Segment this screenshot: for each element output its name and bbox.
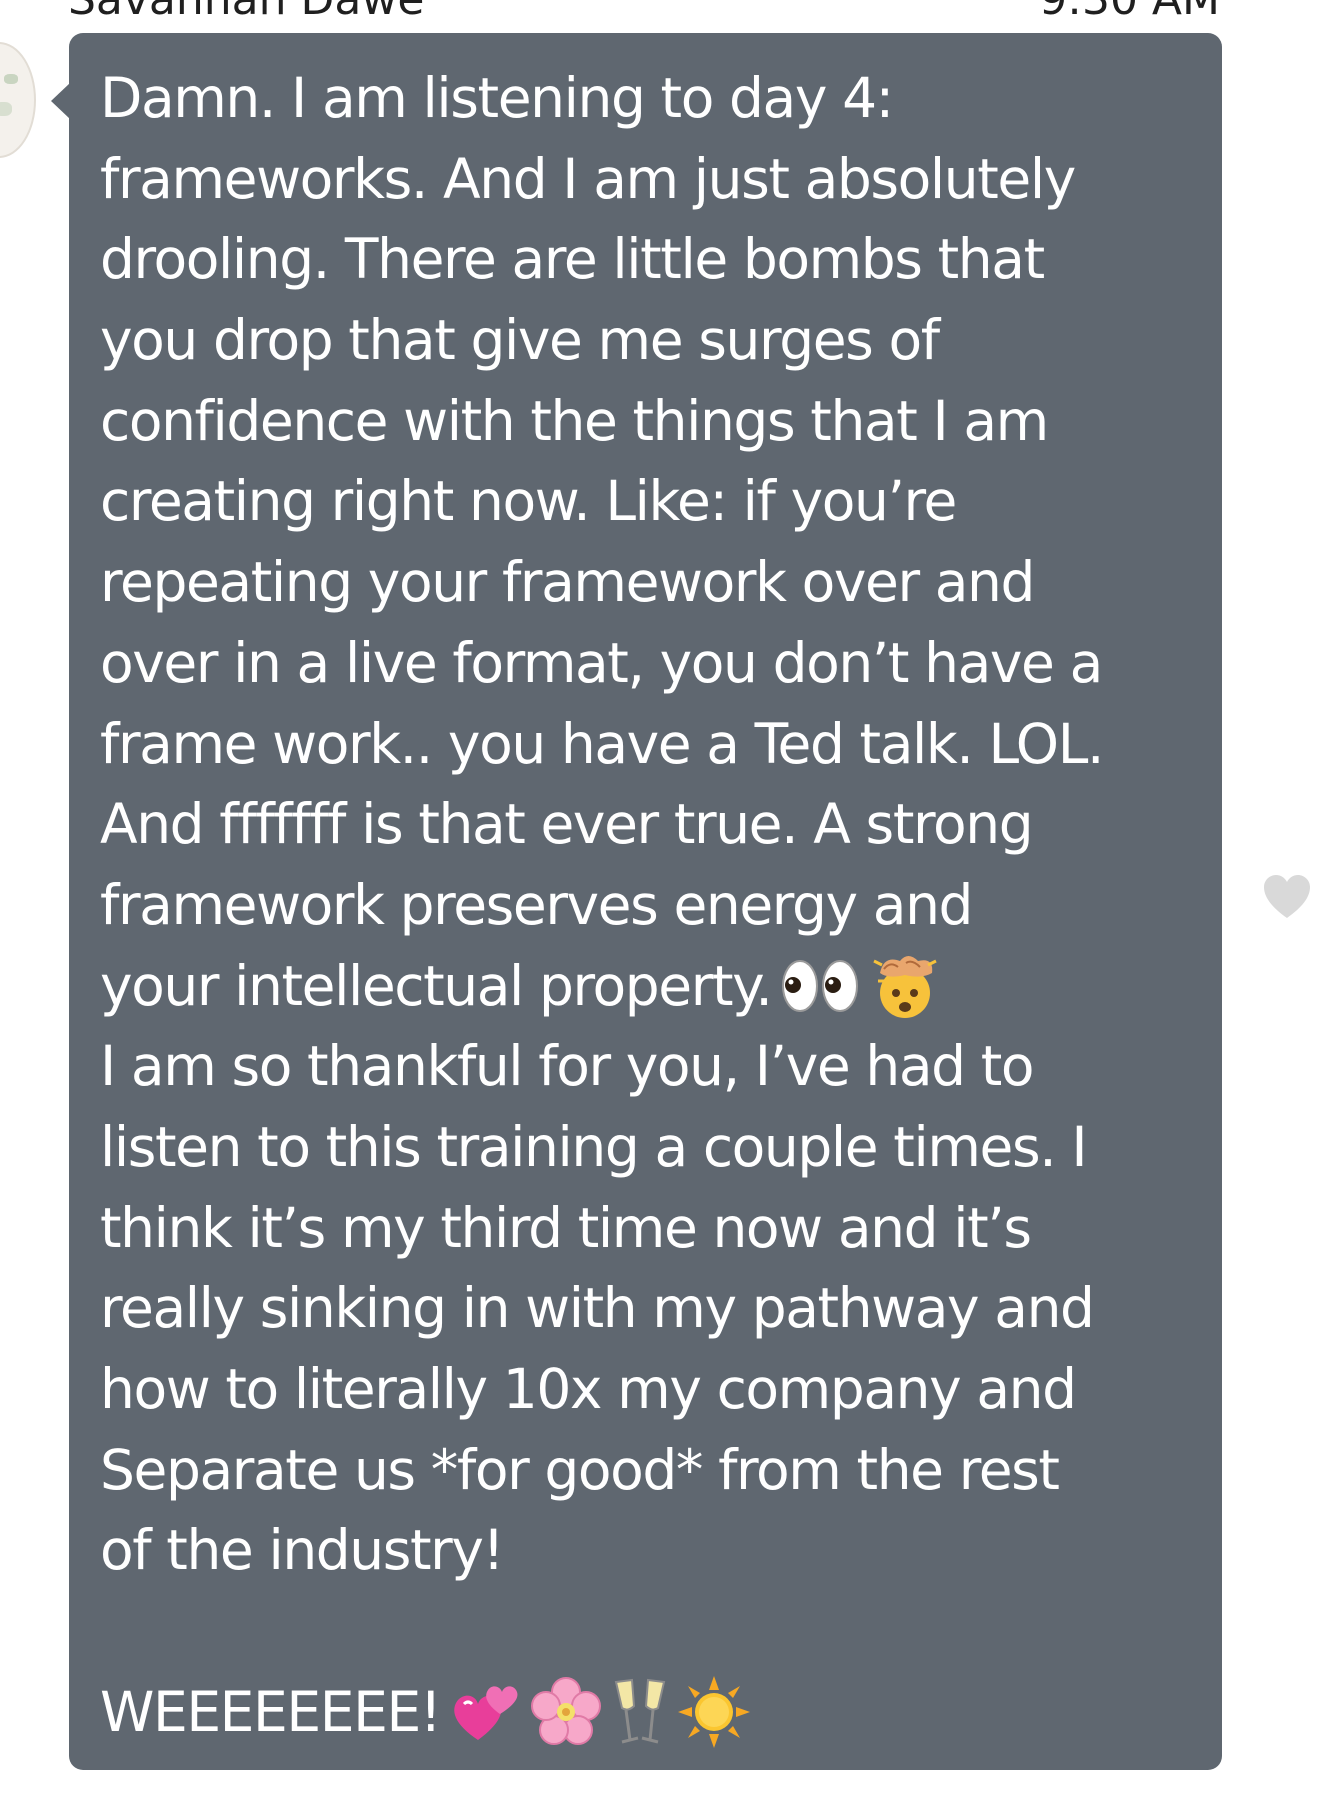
message-line: really sinking in with my pathway and — [100, 1276, 1095, 1341]
two-hearts-icon — [448, 1680, 522, 1744]
message-line: Damn. I am listening to day 4: — [100, 66, 894, 130]
message-line: Separate us *for good* from the rest — [100, 1437, 1060, 1502]
message-timestamp: 9:30 AM — [1039, 0, 1220, 25]
avatar-photo-detail — [0, 102, 12, 116]
message-line: listen to this training a couple times. … — [100, 1114, 1088, 1179]
message-line: WEEEEEEEE! — [100, 1672, 1210, 1753]
bubble-tail — [51, 83, 70, 119]
message-line: your intellectual property. — [100, 946, 1210, 1027]
message-text: Damn. I am listening to day 4: framework… — [100, 58, 1210, 1752]
message-header: Savannah Dawe 9:30 AM — [0, 0, 1320, 34]
message-line: of the industry! — [100, 1518, 505, 1583]
message-line: repeating your framework over and — [100, 550, 1035, 615]
message-line: drooling. There are little bombs that — [100, 227, 1045, 292]
message-line: how to literally 10x my company and — [100, 1357, 1077, 1421]
cherry-blossom-icon — [530, 1676, 602, 1748]
message-line: think it’s my third time now and it’s — [100, 1195, 1032, 1260]
message-line: And fffffff is that ever true. A strong — [100, 792, 1034, 857]
message-line: I am so thankful for you, I’ve had to — [100, 1034, 1035, 1099]
message-line: frameworks. And I am just absolutely — [100, 146, 1076, 211]
message-line: frame work.. you have a Ted talk. LOL. — [100, 711, 1104, 776]
message-line: over in a live format, you don’t have a — [100, 630, 1103, 695]
champagne-glasses-icon — [610, 1676, 670, 1748]
avatar[interactable] — [0, 42, 36, 158]
message-line: you drop that give me surges of — [100, 308, 940, 373]
exploding-head-icon — [870, 951, 940, 1021]
message-line: framework preserves energy and — [100, 872, 973, 937]
sun-icon — [678, 1676, 751, 1749]
message-line: confidence with the things that I am — [100, 388, 1049, 453]
sender-name[interactable]: Savannah Dawe — [68, 0, 424, 25]
message-line: creating right now. Like: if you’re — [100, 469, 957, 534]
eyes-icon — [780, 954, 862, 1018]
avatar-photo-detail — [4, 74, 18, 84]
heart-icon[interactable] — [1262, 874, 1312, 920]
